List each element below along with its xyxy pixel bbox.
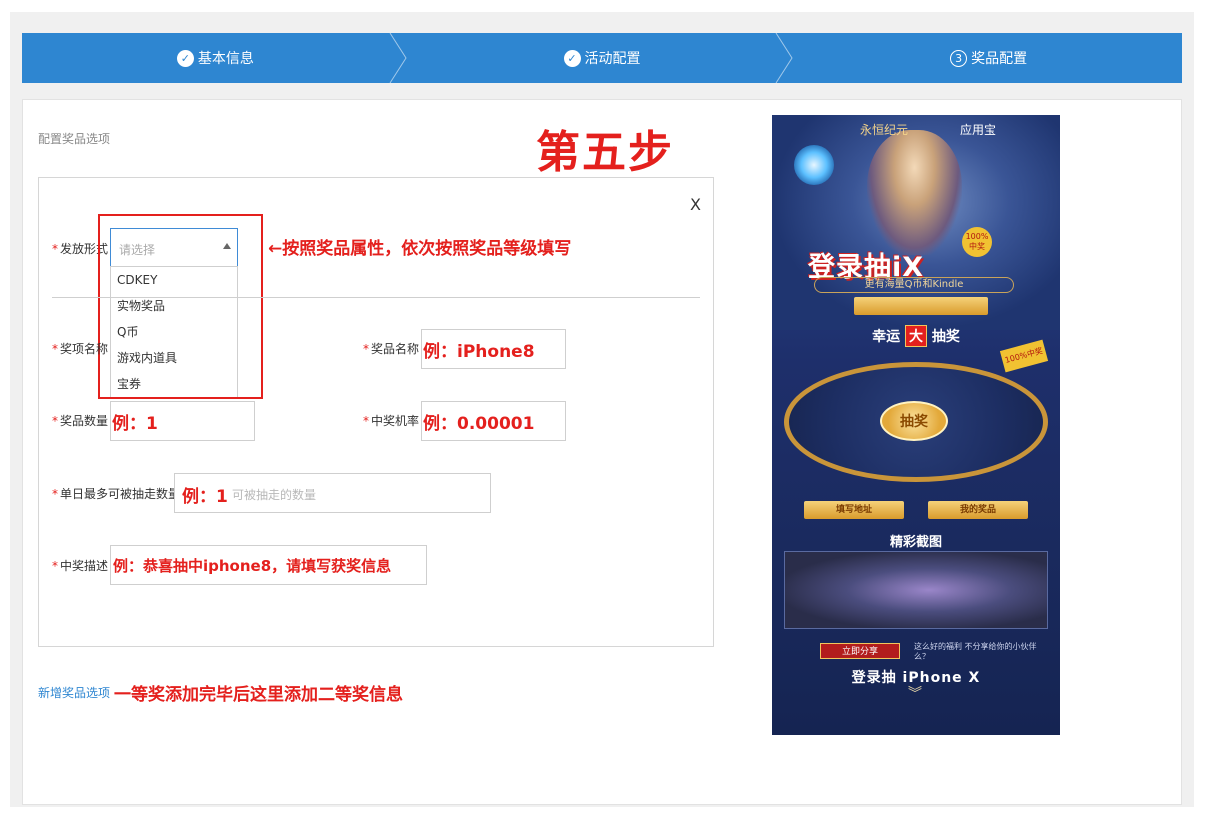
win-desc-label: * 中奖描述 bbox=[52, 559, 109, 573]
close-icon[interactable]: X bbox=[690, 195, 701, 214]
prize-name-example: 例：iPhone8 bbox=[423, 342, 535, 362]
game-logo: 永恒纪元 bbox=[860, 123, 909, 137]
win-rate-example: 例：0.00001 bbox=[423, 414, 535, 434]
section-title: 配置奖品选项 bbox=[38, 132, 111, 146]
issue-type-annotation: ←按照奖品属性，依次按照奖品等级填写 bbox=[268, 239, 572, 259]
max-per-day-label: * 单日最多可被抽走数量 bbox=[52, 487, 181, 501]
step-label: 基本信息 bbox=[197, 51, 254, 67]
my-prizes-button: 我的奖品 bbox=[928, 501, 1028, 519]
step-prize-config[interactable]: 3 奖品配置 bbox=[795, 33, 1183, 83]
chevron-down-icon: ︾ bbox=[908, 686, 922, 702]
item-name-label: * 奖项名称 bbox=[52, 342, 109, 356]
check-icon: ✓ bbox=[176, 49, 194, 67]
add-prize-annotation: 一等奖添加完毕后这里添加二等奖信息 bbox=[114, 685, 403, 705]
divider bbox=[52, 297, 700, 298]
game-screenshot bbox=[784, 551, 1048, 629]
share-button: 立即分享 bbox=[820, 643, 900, 659]
prize-name-label: * 奖品名称 bbox=[363, 342, 420, 356]
max-per-day-example: 例：1 bbox=[182, 487, 228, 507]
prize-quantity-example: 例：1 bbox=[112, 414, 158, 434]
step-label: 活动配置 bbox=[584, 51, 641, 67]
preview-poster: 永恒纪元 应用宝 100%中奖 登录抽iX 更有海量Q币和Kindle 幸运 大… bbox=[772, 115, 1060, 735]
poster-subtitle: 更有海量Q币和Kindle bbox=[814, 277, 1014, 293]
step-progress-bar: ✓ 基本信息 ✓ 活动配置 3 奖品配置 bbox=[22, 33, 1183, 83]
fill-address-button: 填写地址 bbox=[804, 501, 904, 519]
poster-login-button bbox=[854, 297, 988, 315]
guaranteed-badge: 100%中奖 bbox=[962, 227, 992, 257]
check-icon: ✓ bbox=[563, 49, 581, 67]
prize-quantity-label: * 奖品数量 bbox=[52, 414, 109, 428]
lucky-draw-heading: 幸运 大 抽奖 bbox=[772, 325, 1060, 347]
step-basic-info[interactable]: ✓ 基本信息 bbox=[22, 33, 409, 83]
step-arrow-separator bbox=[775, 33, 793, 83]
step-label: 奖品配置 bbox=[971, 51, 1028, 67]
step-arrow-separator bbox=[389, 33, 407, 83]
add-prize-option-link[interactable]: 新增奖品选项 bbox=[38, 684, 110, 701]
max-per-day-placeholder: 可被抽走的数量 bbox=[232, 488, 317, 502]
step-annotation-title: 第五步 bbox=[536, 127, 674, 178]
app-store-logo: 应用宝 bbox=[960, 123, 997, 137]
screenshots-heading: 精彩截图 bbox=[889, 535, 942, 550]
win-desc-example: 例：恭喜抽中iphone8，请填写获奖信息 bbox=[113, 557, 392, 575]
step-number-badge: 3 bbox=[950, 49, 968, 67]
step-activity-config[interactable]: ✓ 活动配置 bbox=[408, 33, 796, 83]
wheel-draw-button: 抽奖 bbox=[880, 401, 948, 441]
heroine-image bbox=[867, 130, 962, 255]
annotation-highlight-box bbox=[98, 214, 263, 399]
share-prompt-text: 这么好的福利 不分享给你的小伙伴么？ bbox=[914, 642, 1037, 661]
win-rate-label: * 中奖机率 bbox=[363, 414, 420, 428]
magic-orb-image bbox=[794, 145, 834, 185]
